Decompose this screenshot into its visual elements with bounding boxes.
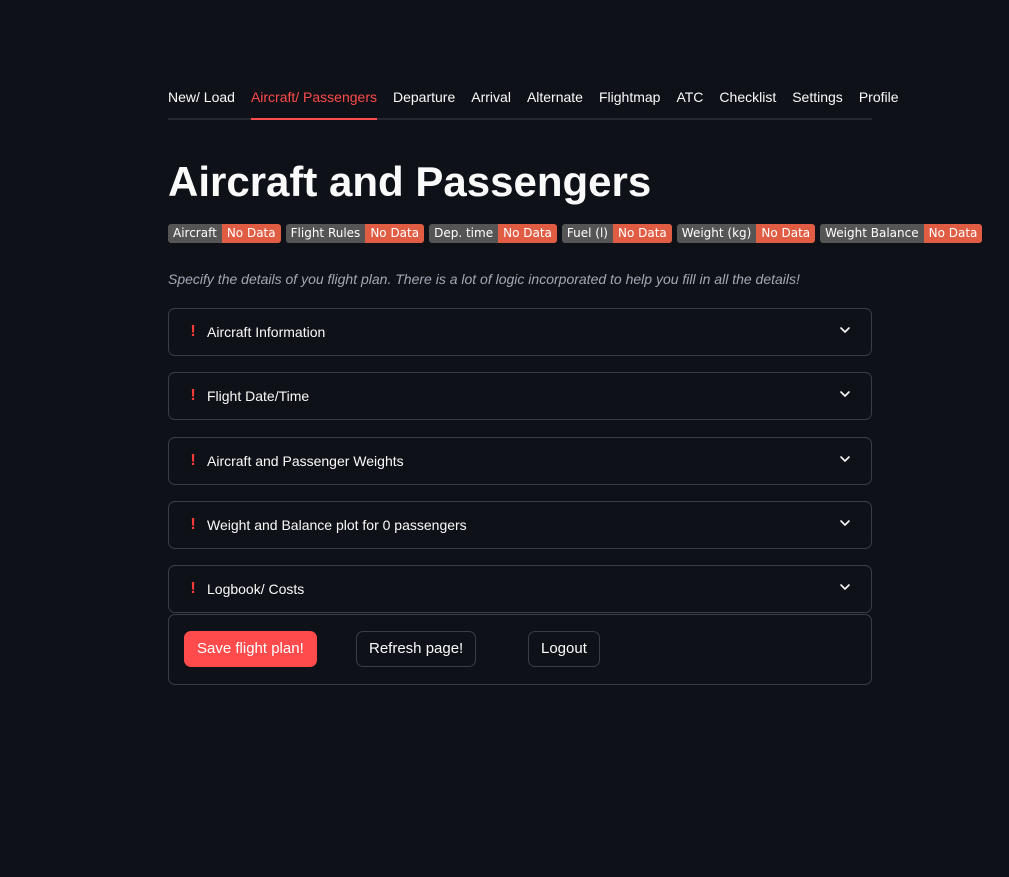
badge-value: No Data (612, 224, 672, 243)
app-page: New/ Load Aircraft/ Passengers Departure… (0, 0, 1009, 877)
action-panel: Save flight plan! Refresh page! Logout (168, 614, 872, 685)
badge-label: Weight Balance (820, 224, 924, 243)
badge-value: No Data (365, 224, 425, 243)
exclamation-icon: ! (190, 323, 196, 340)
chevron-down-icon (840, 520, 850, 526)
chevron-down-icon (840, 391, 850, 397)
status-badge-weight: Weight (kg) No Data (676, 224, 816, 243)
expander-label: Weight and Balance plot for 0 passengers (207, 517, 467, 533)
tab-atc[interactable]: ATC (676, 80, 703, 118)
expander-weight-balance-plot[interactable]: ! Weight and Balance plot for 0 passenge… (168, 501, 872, 549)
status-badges: Aircraft No Data Flight Rules No Data De… (168, 224, 983, 243)
tab-new-load[interactable]: New/ Load (168, 80, 235, 118)
tab-departure[interactable]: Departure (393, 80, 455, 118)
badge-value: No Data (756, 224, 816, 243)
page-title: Aircraft and Passengers (168, 158, 652, 205)
chevron-down-icon (840, 456, 850, 462)
badge-label: Aircraft (168, 224, 222, 243)
badge-label: Weight (kg) (676, 224, 757, 243)
status-badge-fuel: Fuel (l) No Data (561, 224, 672, 243)
badge-value: No Data (498, 224, 557, 243)
badge-label: Fuel (l) (561, 224, 613, 243)
chevron-down-icon (840, 584, 850, 590)
tab-flightmap[interactable]: Flightmap (599, 80, 660, 118)
exclamation-icon: ! (190, 387, 196, 404)
badge-value: No Data (221, 224, 281, 243)
page-caption: Specify the details of you flight plan. … (168, 271, 800, 287)
chevron-down-icon (840, 327, 850, 333)
tab-alternate[interactable]: Alternate (527, 80, 583, 118)
tab-bar: New/ Load Aircraft/ Passengers Departure… (168, 80, 899, 120)
expander-label: Aircraft and Passenger Weights (207, 453, 404, 469)
tab-checklist[interactable]: Checklist (719, 80, 776, 118)
status-badge-dep-time: Dep. time No Data (429, 224, 557, 243)
badge-value: No Data (923, 224, 983, 243)
expander-aircraft-information[interactable]: ! Aircraft Information (168, 308, 872, 356)
exclamation-icon: ! (190, 452, 196, 469)
tab-profile[interactable]: Profile (859, 80, 899, 118)
status-badge-aircraft: Aircraft No Data (168, 224, 281, 243)
tab-aircraft-passengers[interactable]: Aircraft/ Passengers (250, 80, 378, 120)
expander-flight-date-time[interactable]: ! Flight Date/Time (168, 372, 872, 420)
expander-logbook-costs[interactable]: ! Logbook/ Costs (168, 565, 872, 613)
exclamation-icon: ! (190, 516, 196, 533)
tab-arrival[interactable]: Arrival (471, 80, 511, 118)
expander-label: Flight Date/Time (207, 388, 310, 404)
save-flight-plan-button[interactable]: Save flight plan! (184, 631, 317, 667)
refresh-page-button[interactable]: Refresh page! (356, 631, 477, 667)
status-badge-weight-balance: Weight Balance No Data (820, 224, 983, 243)
expander-passenger-weights[interactable]: ! Aircraft and Passenger Weights (168, 437, 872, 485)
tab-settings[interactable]: Settings (792, 80, 843, 118)
logout-button[interactable]: Logout (528, 631, 600, 667)
expander-label: Logbook/ Costs (207, 581, 305, 597)
status-badge-flight-rules: Flight Rules No Data (285, 224, 425, 243)
badge-label: Dep. time (429, 224, 499, 243)
badge-label: Flight Rules (285, 224, 366, 243)
expander-label: Aircraft Information (207, 324, 326, 340)
exclamation-icon: ! (190, 580, 196, 597)
